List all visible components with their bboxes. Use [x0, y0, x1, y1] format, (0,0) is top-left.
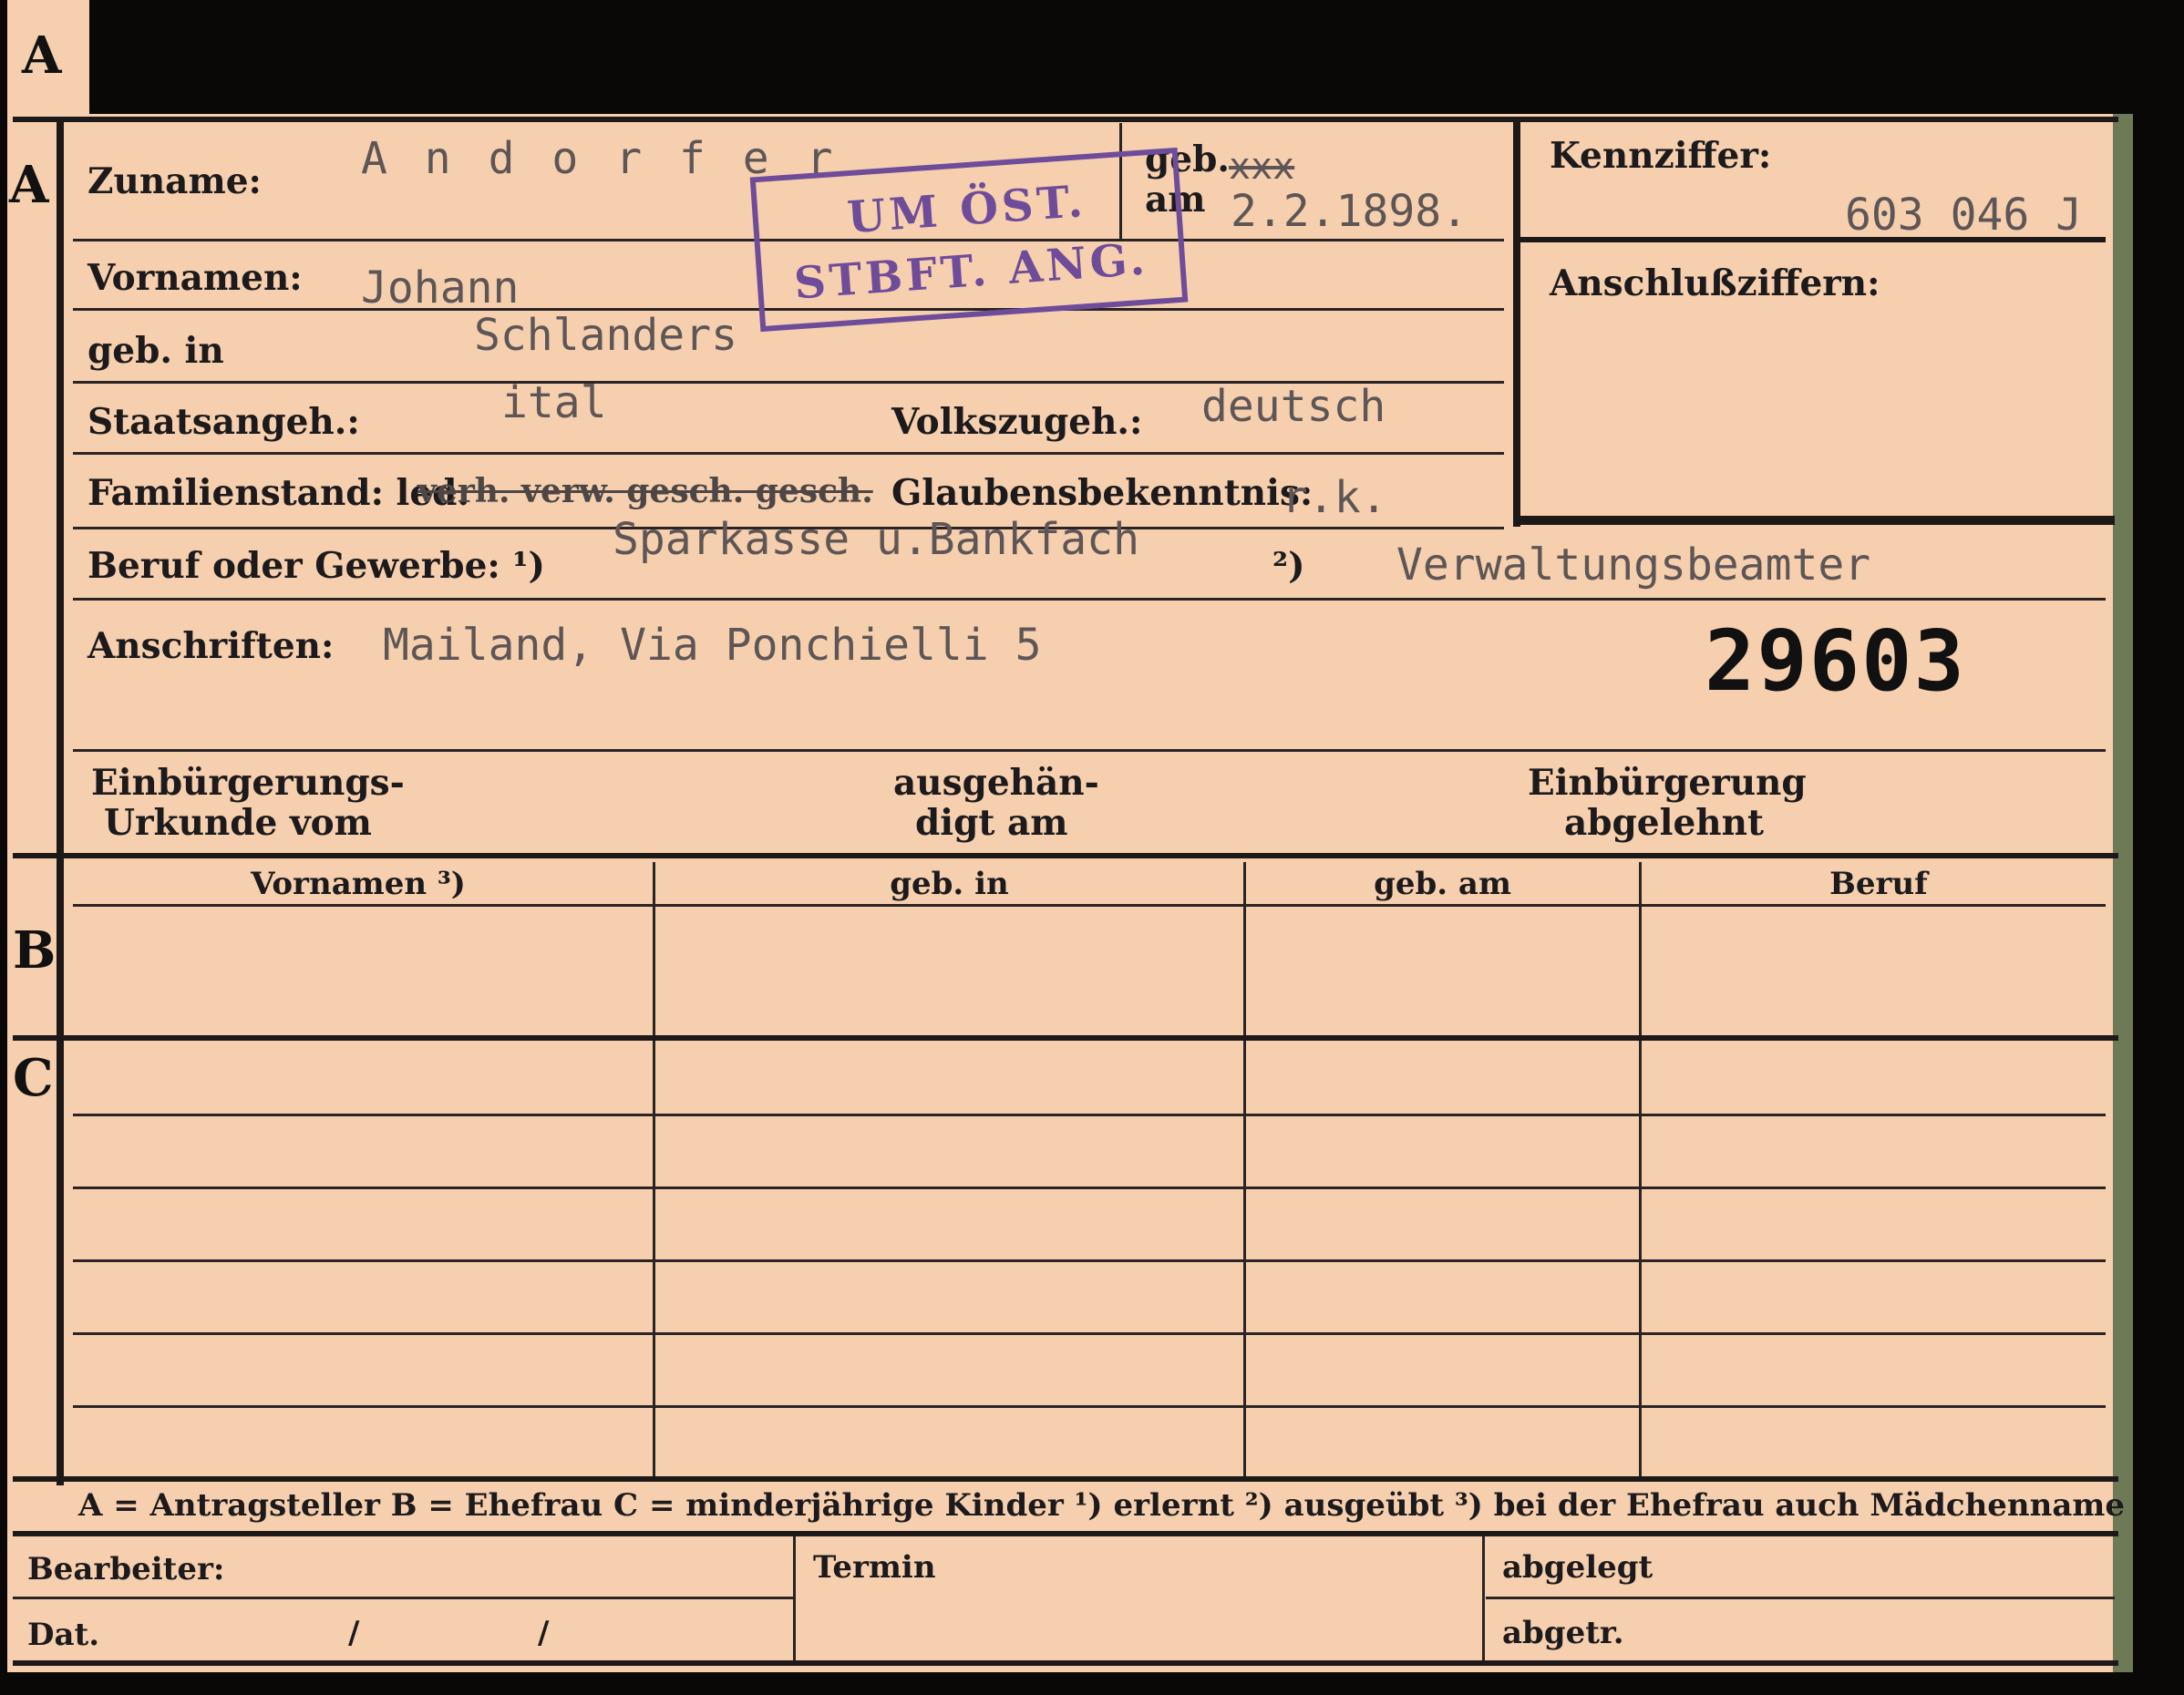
c-row-rule-1: [73, 1114, 2106, 1116]
c-row-rule-5: [73, 1405, 2106, 1408]
kennziffer-value: 603 046 J: [1845, 190, 2083, 241]
footer-rule-right: [1486, 1597, 2115, 1599]
einb-abgelehnt-label-1: Einbürgerung: [1528, 762, 1807, 804]
bearbeiter-label: Bearbeiter:: [27, 1551, 225, 1587]
anschlussziffern-label: Anschlußziffern:: [1550, 262, 1880, 304]
legend-top-rule: [13, 1476, 2118, 1482]
ausgehaendigt-label-1: ausgehän-: [893, 762, 1099, 804]
einb-urkunde-label-1: Einbürgerungs-: [91, 762, 405, 804]
abgetr-label: abgetr.: [1502, 1615, 1624, 1651]
vornamen-label: Vornamen:: [88, 257, 303, 299]
table-header-rule: [73, 904, 2106, 907]
glauben-label: Glaubensbekenntnis:: [891, 472, 1313, 514]
vornamen-value: Johann: [361, 262, 520, 313]
anschriften-label: Anschriften:: [88, 625, 335, 667]
termin-label: Termin: [813, 1549, 936, 1586]
c-row-rule-3: [73, 1259, 2106, 1262]
staatsangeh-label: Staatsangeh.:: [88, 401, 360, 443]
rule-anschrift: [73, 749, 2106, 752]
volkszugeh-label: Volkszugeh.:: [891, 401, 1143, 443]
ausgehaendigt-label-2: digt am: [915, 802, 1068, 844]
rule-beruf: [73, 598, 2106, 601]
dat-label: Dat.: [27, 1617, 100, 1653]
geb-am-value: 2.2.1898.: [1231, 186, 1468, 237]
section-a-letter: A: [9, 155, 49, 215]
tab-letter: A: [22, 26, 62, 86]
geb-struck: xxx: [1229, 146, 1295, 188]
familienstand-struck: verh. verw. gesch. gesch.: [417, 472, 873, 510]
beruf-ausgeuebt-value: Verwaltungsbeamter: [1396, 539, 1871, 591]
glauben-value: r.k.: [1282, 472, 1387, 523]
table-col-1: [653, 862, 655, 1476]
section-a-top-rule: [13, 117, 2118, 122]
beruf-2-label: ²): [1272, 545, 1305, 587]
staatsangeh-value: ital: [501, 377, 607, 428]
footer-col-2: [1482, 1536, 1485, 1664]
c-row-rule-4: [73, 1332, 2106, 1335]
footer-col-1: [793, 1536, 796, 1664]
c-row-rule-2: [73, 1186, 2106, 1189]
beruf-erlernt-value: Sparkasse u.Bankfach: [613, 514, 1139, 565]
kennziffer-box-bottom: [1513, 516, 2115, 525]
familienstand-label: Familienstand: led.: [88, 472, 470, 514]
table-header-gebam: geb. am: [1374, 866, 1511, 902]
section-c-letter: C: [13, 1048, 54, 1108]
table-col-3: [1639, 862, 1642, 1476]
anschrift-value: Mailand, Via Ponchielli 5: [383, 620, 1042, 671]
zuname-label: Zuname:: [88, 160, 262, 202]
einb-abgelehnt-label-2: abgelehnt: [1564, 802, 1764, 844]
gebin-label: geb. in: [88, 330, 224, 372]
table-col-2: [1243, 862, 1246, 1476]
card-bottom-rule: [13, 1660, 2118, 1666]
volkszugeh-value: deutsch: [1201, 381, 1386, 432]
kennziffer-box-left: [1513, 117, 1520, 527]
section-c-top-rule: [13, 1035, 2118, 1041]
legend-bottom-rule: [13, 1531, 2118, 1536]
card-edge: [2113, 114, 2133, 1672]
table-header-gebin: geb. in: [890, 866, 1009, 902]
number-stamp: 29603: [1705, 612, 1966, 710]
section-a-left-rule: [57, 117, 64, 857]
rubber-stamp: UM ÖST. STBFT. ANG.: [749, 147, 1189, 333]
beruf-label: Beruf oder Gewerbe: ¹): [88, 545, 545, 587]
einb-urkunde-label-2: Urkunde vom: [104, 802, 372, 844]
footer-rule-left: [13, 1597, 793, 1599]
section-b-top-rule: [13, 853, 2118, 858]
table-header-beruf: Beruf: [1829, 866, 1928, 902]
kennziffer-label: Kennziffer:: [1550, 135, 1772, 177]
section-b-letter: B: [13, 920, 57, 981]
gebin-value: Schlanders: [474, 310, 737, 361]
dat-slash-2: /: [538, 1615, 550, 1651]
section-bc-left-rule: [57, 857, 64, 1485]
dat-slash-1: /: [348, 1615, 360, 1651]
abgelegt-label: abgelegt: [1502, 1549, 1653, 1586]
table-header-vornamen: Vornamen ³): [251, 866, 466, 902]
rule-staat: [73, 452, 1504, 455]
legend: A = Antragsteller B = Ehefrau C = minder…: [78, 1487, 2125, 1524]
